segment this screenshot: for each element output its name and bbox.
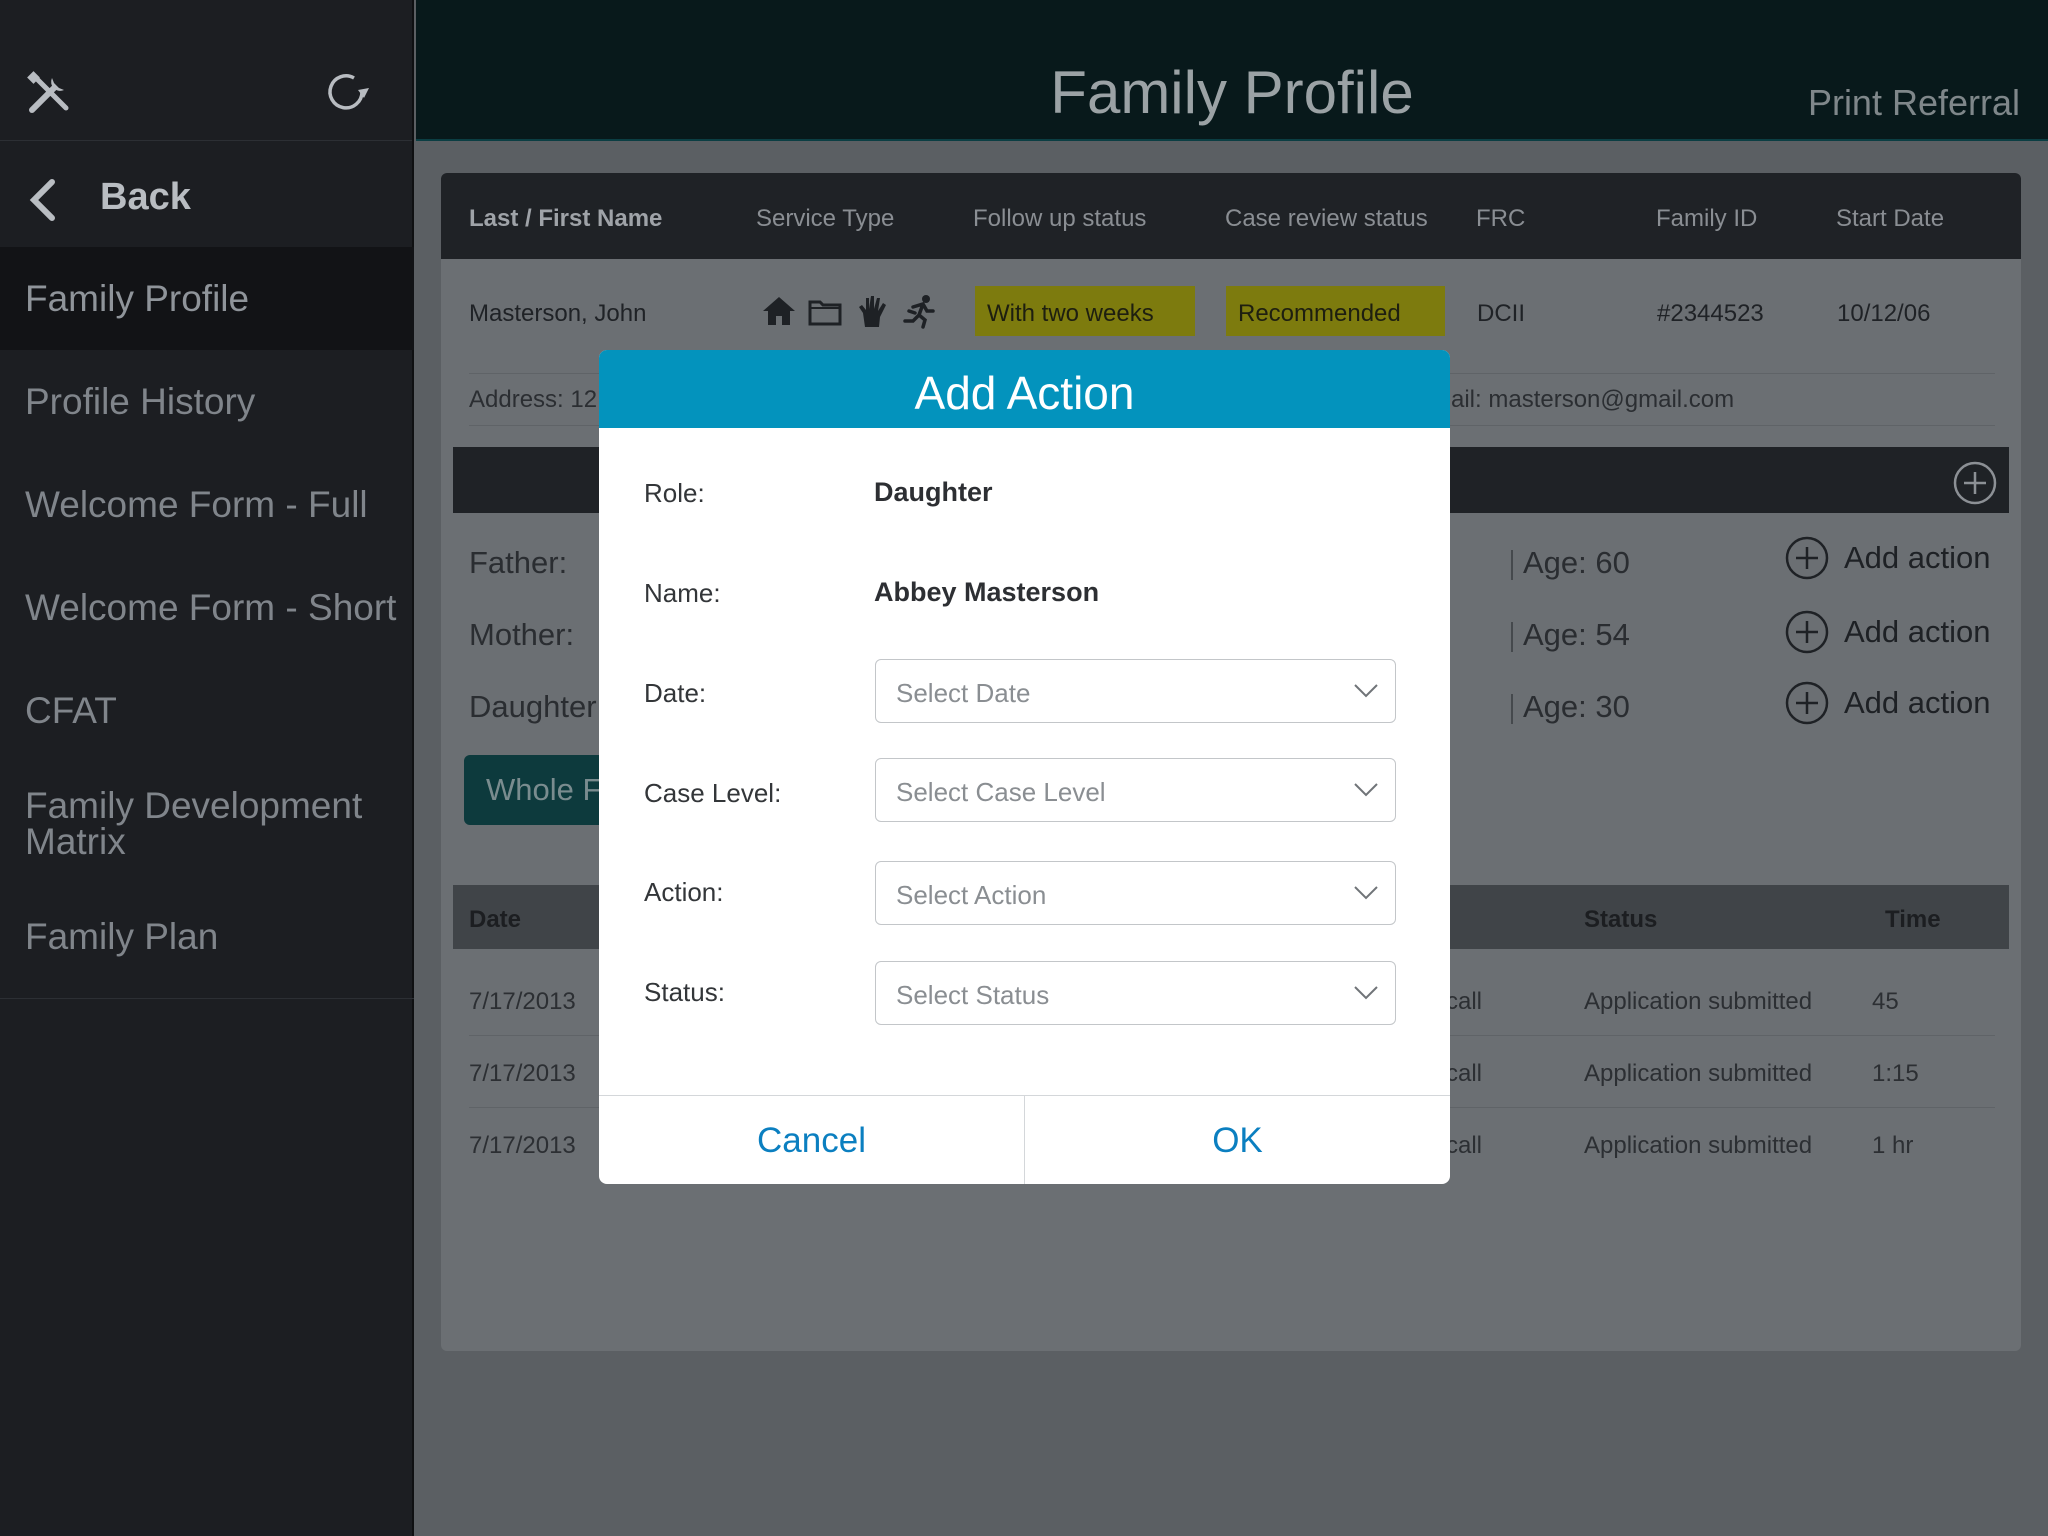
hand-icon [859, 296, 886, 327]
add-action-father-button[interactable]: Add action [1784, 535, 1991, 581]
member-age: Age: 54 [1511, 617, 1630, 653]
sidebar-nav: Family Profile Profile History Welcome F… [0, 247, 414, 988]
home-icon [763, 297, 795, 325]
add-action-daughter-button[interactable]: Add action [1784, 680, 1991, 726]
email-text: ail: masterson@gmail.com [1451, 386, 1735, 413]
sidebar-item-family-profile[interactable]: Family Profile [0, 247, 414, 350]
status-select[interactable]: Select Status [875, 961, 1396, 1025]
member-label-father: Father: [469, 545, 568, 580]
history-date: 7/17/2013 [469, 1132, 576, 1159]
member-label-daughter: Daughter: [469, 689, 606, 724]
sidebar-item-welcome-form-short[interactable]: Welcome Form - Short [0, 556, 414, 659]
add-member-icon[interactable] [1953, 461, 1997, 505]
col-start-date: Start Date [1836, 205, 1945, 232]
history-date: 7/17/2013 [469, 1060, 576, 1087]
folder-icon [808, 300, 842, 326]
ok-button[interactable]: OK [1025, 1096, 1450, 1184]
add-action-label: Add action [1844, 540, 1991, 575]
history-type: call [1446, 988, 1483, 1015]
history-time: 1:15 [1872, 1060, 1919, 1087]
sidebar-item-cfat[interactable]: CFAT [0, 659, 414, 762]
col-name: Last / First Name [469, 205, 663, 232]
member-age: Age: 30 [1511, 689, 1630, 725]
status-placeholder: Select Status [896, 980, 1050, 1010]
role-label: Role: [644, 478, 705, 508]
dialog-title: Add Action [914, 367, 1135, 419]
page-title: Family Profile [1050, 59, 1414, 126]
col-service-type: Service Type [756, 205, 895, 232]
sidebar-toolbar [0, 0, 412, 141]
history-status: Application submitted [1584, 988, 1813, 1015]
chevron-down-icon [1354, 684, 1378, 698]
col-frc: FRC [1476, 205, 1526, 232]
add-circle-icon [1785, 681, 1829, 725]
action-placeholder: Select Action [896, 880, 1047, 910]
chevron-down-icon [1354, 986, 1378, 1000]
col-case-review-status: Case review status [1225, 205, 1428, 232]
history-status: Application submitted [1584, 1060, 1813, 1087]
sidebar: Back Family Profile Profile History Welc… [0, 0, 414, 1536]
history-status: Application submitted [1584, 1132, 1813, 1159]
back-button[interactable]: Back [100, 176, 191, 219]
cancel-button[interactable]: Cancel [599, 1096, 1025, 1184]
history-time: 45 [1872, 988, 1899, 1015]
sidebar-divider [0, 998, 414, 999]
history-type: call [1446, 1060, 1483, 1087]
family-table-header: Last / First Name Service Type Follow up… [441, 173, 2021, 259]
action-label: Action: [644, 877, 724, 907]
add-action-label: Add action [1844, 685, 1991, 720]
history-col-time: Time [1885, 906, 1941, 933]
name-label: Name: [644, 578, 721, 608]
history-col-date: Date [469, 906, 522, 933]
date-select[interactable]: Select Date [875, 659, 1396, 723]
family-name: Masterson, John [469, 300, 647, 327]
follow-up-status-badge: With two weeks [975, 286, 1195, 336]
sidebar-item-welcome-form-full[interactable]: Welcome Form - Full [0, 453, 414, 556]
case-review-status-badge: Recommended [1226, 286, 1445, 336]
case-level-placeholder: Select Case Level [896, 777, 1106, 807]
status-label: Status: [644, 977, 725, 1007]
chevron-down-icon [1354, 886, 1378, 900]
case-level-select[interactable]: Select Case Level [875, 758, 1396, 822]
case-level-label: Case Level: [644, 778, 782, 808]
sidebar-item-family-development-matrix[interactable]: Family Development Matrix [0, 762, 414, 885]
add-action-mother-button[interactable]: Add action [1784, 609, 1991, 655]
back-chevron-icon[interactable] [26, 178, 58, 222]
date-placeholder: Select Date [896, 678, 1031, 708]
tools-icon[interactable] [26, 70, 72, 116]
address-text: Address: 12 [469, 386, 598, 413]
date-label: Date: [644, 678, 707, 708]
dialog-header: Add Action [599, 350, 1450, 428]
dialog-footer: Cancel OK [599, 1095, 1450, 1184]
add-action-label: Add action [1844, 614, 1991, 649]
refresh-icon[interactable] [322, 68, 372, 118]
app-header: Family Profile Print Referral [416, 0, 2048, 141]
running-person-icon [903, 295, 935, 329]
add-circle-icon [1785, 536, 1829, 580]
print-referral-button[interactable]: Print Referral [1808, 82, 2020, 124]
chevron-down-icon [1354, 783, 1378, 797]
name-value: Abbey Masterson [874, 577, 1100, 607]
history-col-status: Status [1584, 906, 1658, 933]
frc-value: DCII [1477, 300, 1525, 327]
start-date-value: 10/12/06 [1837, 300, 1931, 327]
add-action-dialog: Add Action Role: Daughter Name: Abbey Ma… [599, 350, 1450, 1184]
sidebar-item-family-plan[interactable]: Family Plan [0, 885, 414, 988]
family-id-value: #2344523 [1657, 300, 1764, 327]
col-family-id: Family ID [1656, 205, 1758, 232]
add-circle-icon [1785, 610, 1829, 654]
action-select[interactable]: Select Action [875, 861, 1396, 925]
role-value: Daughter [874, 477, 993, 507]
col-follow-up-status: Follow up status [973, 205, 1147, 232]
member-age: Age: 60 [1511, 545, 1630, 581]
history-date: 7/17/2013 [469, 988, 576, 1015]
history-type: call [1446, 1132, 1483, 1159]
history-time: 1 hr [1872, 1132, 1914, 1159]
sidebar-item-profile-history[interactable]: Profile History [0, 350, 414, 453]
member-label-mother: Mother: [469, 617, 575, 652]
